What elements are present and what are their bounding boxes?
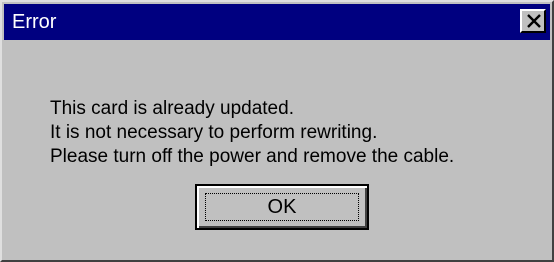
message-line: Please turn off the power and remove the… — [50, 146, 455, 167]
error-message: This card is already updated. It is not … — [50, 97, 454, 169]
error-dialog: Error This card is already updated. It i… — [0, 0, 554, 262]
window-title: Error — [12, 11, 57, 33]
ok-button[interactable]: OK — [195, 184, 369, 230]
close-x-icon — [527, 14, 541, 28]
close-button[interactable] — [520, 9, 546, 33]
message-line: It is not necessary to perform rewriting… — [50, 122, 378, 143]
ok-button-label: OK — [267, 196, 297, 218]
message-line: This card is already updated. — [50, 98, 294, 119]
title-bar[interactable]: Error — [4, 4, 550, 40]
